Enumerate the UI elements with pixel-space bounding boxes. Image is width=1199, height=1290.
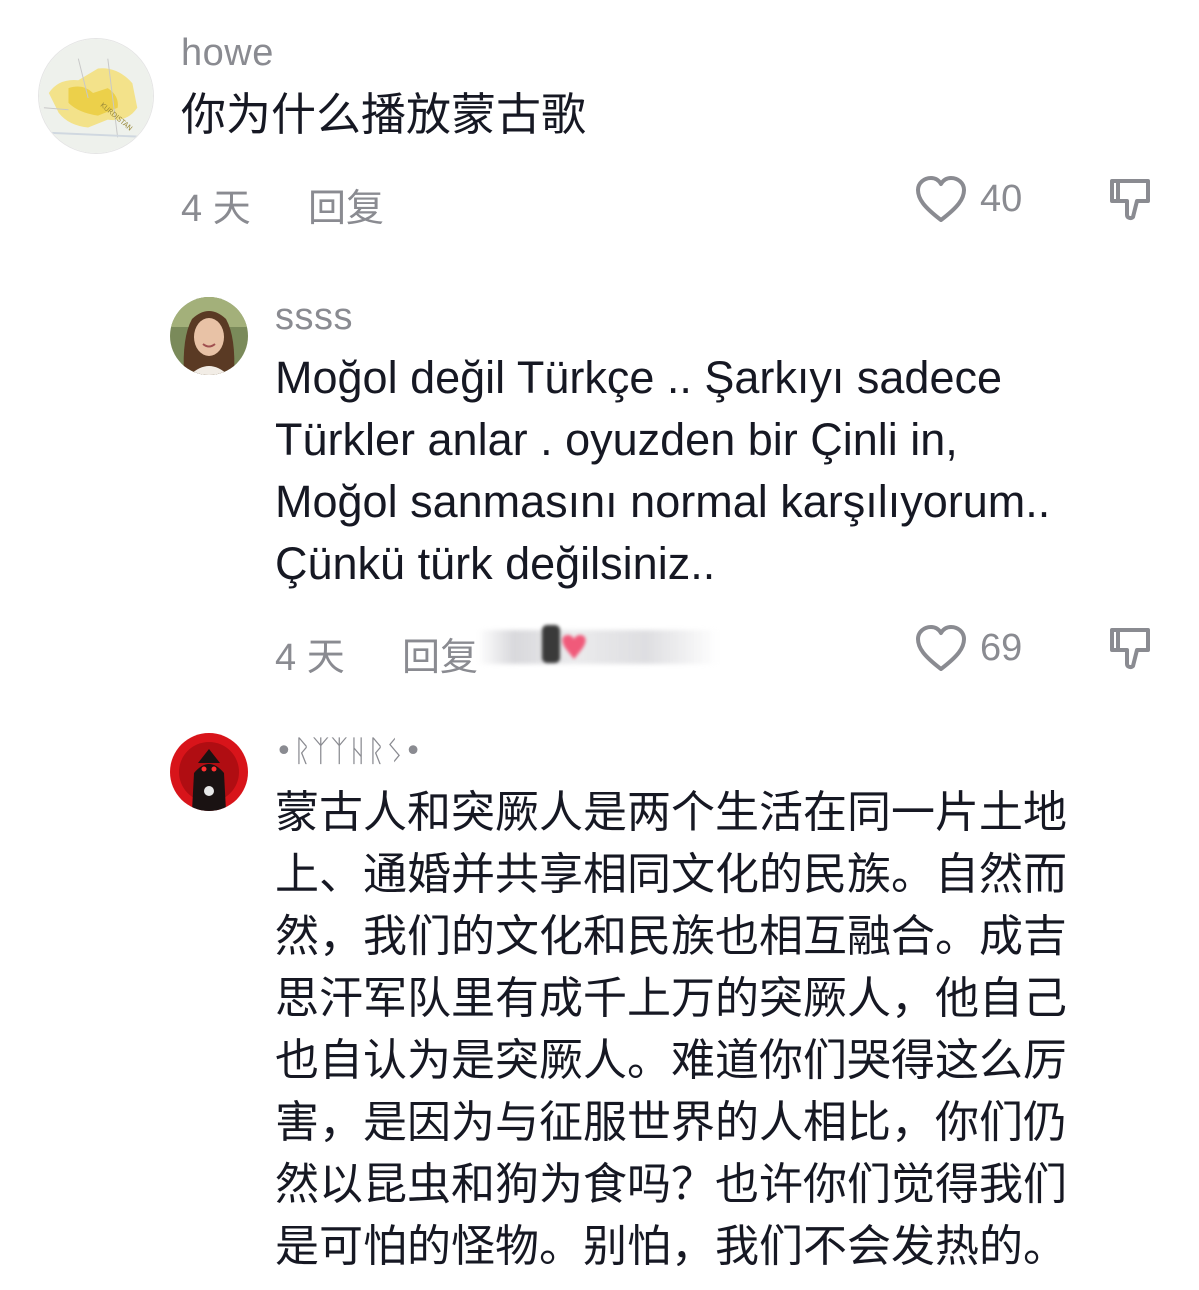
red-warrior-avatar[interactable] <box>170 733 248 811</box>
comment-text-line: 是可怕的怪物。别怕，我们不会发热的。 <box>275 1221 1067 1272</box>
comment-text-line: 思汗军队里有成千上万的突厥人，他自己 <box>275 973 1067 1024</box>
comment-text-line: 然以昆虫和狗为食吗？也许你们觉得我们 <box>275 1159 1067 1210</box>
comment-text-line: 害，是因为与征服世界的人相比，你们仍 <box>275 1097 1067 1148</box>
comment-text-line: 然，我们的文化和民族也相互融合。成吉 <box>275 911 1067 962</box>
comment-text-line: 蒙古人和突厥人是两个生活在同一片土地 <box>275 787 1067 838</box>
comment-text-line: 也自认为是突厥人。难道你们哭得这么厉 <box>275 1035 1067 1086</box>
username[interactable]: •ᚱᛉᛉᚺᚱᛊ• <box>275 734 422 769</box>
comment-third: •ᚱᛉᛉᚺᚱᛊ• 蒙古人和突厥人是两个生活在同一片土地 上、通婚并共享相同文化的… <box>0 0 1199 1290</box>
comment-text-line: 上、通婚并共享相同文化的民族。自然而 <box>275 849 1067 900</box>
